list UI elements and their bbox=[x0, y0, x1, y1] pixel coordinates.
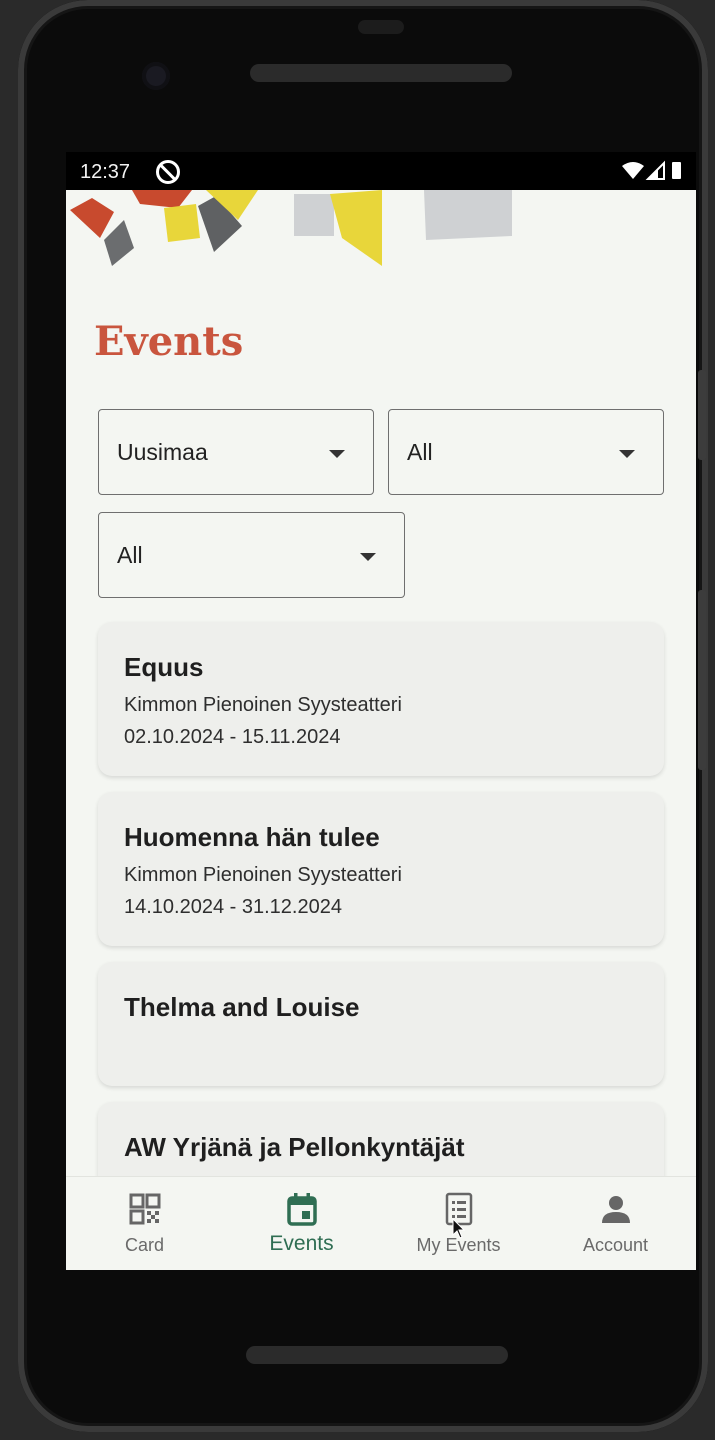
event-title: Thelma and Louise bbox=[124, 992, 360, 1022]
nav-events[interactable]: Events bbox=[223, 1177, 380, 1270]
status-bar: 12:37 bbox=[66, 152, 696, 190]
region-select[interactable]: Uusimaa bbox=[98, 409, 374, 495]
bottom-navigation: Card Events My Events Account bbox=[66, 1176, 696, 1270]
person-icon bbox=[602, 1196, 630, 1223]
battery-icon bbox=[672, 162, 681, 179]
nav-label: Card bbox=[124, 1235, 164, 1255]
nav-label: Account bbox=[582, 1235, 649, 1255]
calendar-icon bbox=[287, 1193, 317, 1226]
event-title: AW Yrjänä ja Pellonkyntäjät bbox=[124, 1132, 465, 1162]
do-not-disturb-icon bbox=[156, 160, 180, 184]
category-select-value: All bbox=[407, 439, 433, 465]
nav-account[interactable]: Account bbox=[537, 1177, 694, 1270]
event-dates: 14.10.2024 - 31.12.2024 bbox=[124, 896, 342, 918]
status-icons bbox=[620, 160, 686, 187]
event-title: Huomenna hän tulee bbox=[124, 822, 380, 852]
event-dates: 02.10.2024 - 15.11.2024 bbox=[124, 726, 341, 748]
dropdown-arrow-icon bbox=[619, 450, 635, 458]
qr-code-icon bbox=[129, 1193, 161, 1225]
decorative-banner bbox=[66, 190, 696, 280]
app-screen: 12:37 Events Uusimaa All All Equus Kimmo… bbox=[66, 152, 696, 1270]
phone-frame: 12:37 Events Uusimaa All All Equus Kimmo… bbox=[18, 0, 708, 1432]
page-title: Events bbox=[94, 318, 244, 365]
wifi-icon bbox=[622, 162, 644, 179]
status-time: 12:37 bbox=[80, 161, 131, 183]
event-card[interactable]: Huomenna hän tulee Kimmon Pienoinen Syys… bbox=[98, 792, 664, 946]
region-select-value: Uusimaa bbox=[117, 439, 208, 465]
power-button bbox=[698, 370, 706, 460]
venue-select-value: All bbox=[117, 542, 143, 568]
event-title: Equus bbox=[124, 652, 204, 682]
nav-card[interactable]: Card bbox=[66, 1177, 223, 1270]
event-venue: Kimmon Pienoinen Syysteatteri bbox=[124, 694, 402, 716]
volume-button bbox=[698, 590, 706, 770]
event-venue: Kimmon Pienoinen Syysteatteri bbox=[124, 864, 402, 886]
bottom-speaker bbox=[246, 1346, 508, 1364]
top-speaker bbox=[250, 64, 512, 82]
dropdown-arrow-icon bbox=[360, 553, 376, 561]
category-select[interactable]: All bbox=[388, 409, 664, 495]
event-card[interactable]: Thelma and Louise bbox=[98, 962, 664, 1086]
event-card[interactable]: Equus Kimmon Pienoinen Syysteatteri 02.1… bbox=[98, 622, 664, 776]
nav-label: Events bbox=[269, 1232, 334, 1255]
mouse-pointer-icon bbox=[452, 1218, 466, 1239]
venue-select[interactable]: All bbox=[98, 512, 405, 598]
earpiece bbox=[358, 20, 404, 34]
front-camera bbox=[142, 62, 170, 90]
dropdown-arrow-icon bbox=[329, 450, 345, 458]
